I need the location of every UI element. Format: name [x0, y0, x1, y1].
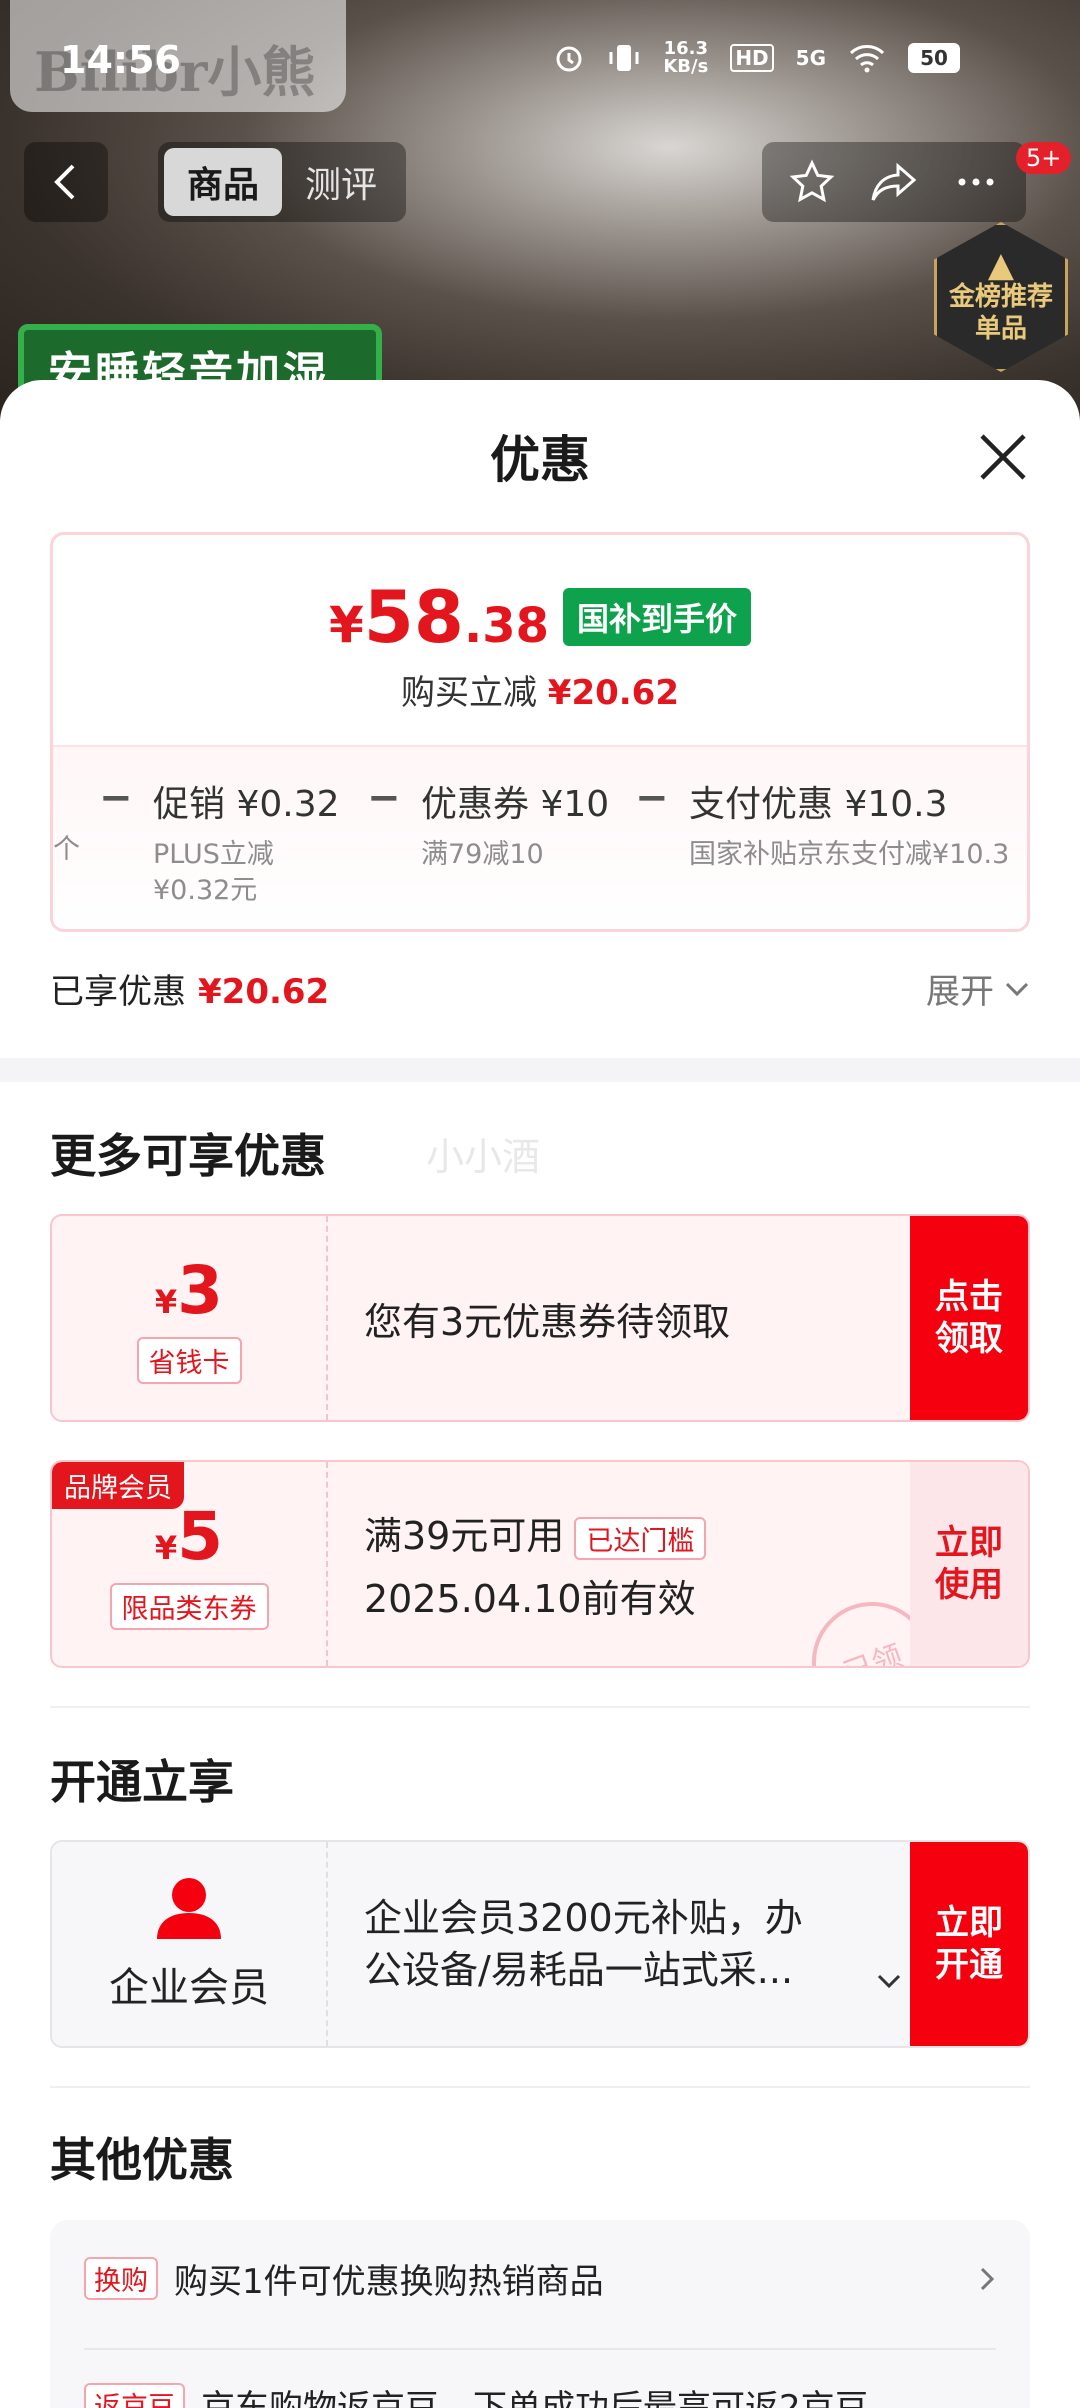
more-discounts-title: 更多可享优惠 — [50, 1129, 326, 1183]
price-summary-card: ¥58.38 国补到手价 购买立减 ¥20.62 个 − 促销 ¥0.32 PL… — [50, 532, 1030, 932]
instant-reduction: 购买立减 ¥20.62 — [400, 673, 679, 713]
more-icon[interactable] — [952, 158, 1000, 206]
star-icon[interactable] — [788, 158, 836, 206]
share-icon[interactable] — [868, 158, 920, 206]
alarm-icon — [556, 46, 582, 72]
minus-sign: − — [635, 775, 669, 821]
use-coupon-button[interactable]: 立即 使用 — [910, 1462, 1028, 1666]
message-count-badge: 5+ — [1016, 142, 1072, 174]
net-speed: 16.3 KB/s — [663, 38, 709, 77]
list-item[interactable]: 返京豆 京东购物返京豆，下单成功后最高可返2京豆 — [84, 2380, 996, 2408]
open-benefits-title: 开通立享 — [50, 1755, 234, 1809]
bean-return-chip: 返京豆 — [84, 2383, 185, 2408]
hd-icon: HD — [730, 44, 774, 72]
breakdown-payment: 支付优惠 ¥10.3 国家补贴京东支付减¥10.3 — [689, 784, 1010, 870]
chevron-down-icon — [1005, 982, 1029, 996]
signal-5g-icon: 5G — [795, 46, 826, 70]
battery-icon: 50 — [908, 43, 960, 73]
subsidy-price-tag: 国补到手价 — [563, 588, 752, 646]
coupon-amount: ¥5 — [154, 1498, 224, 1575]
divider — [50, 1706, 1030, 1708]
chevron-right-icon — [980, 2267, 995, 2290]
section-divider — [0, 1058, 1080, 1082]
expand-button[interactable]: 展开 — [926, 964, 1030, 1013]
coupon-description: 您有3元优惠券待领取 — [364, 1299, 731, 1344]
product-tabs: 商品 测评 — [158, 142, 406, 222]
enterprise-member-card: 企业会员 企业会员3200元补贴，办 公设备/易耗品一站式采... 立即 开通 — [50, 1840, 1030, 2048]
user-icon — [157, 1878, 221, 1939]
breakdown-coupon: 优惠券 ¥10 满79减10 — [421, 784, 610, 870]
watermark-text: 小小酒 — [426, 1135, 541, 1179]
enjoyed-discount: 已享优惠 ¥20.62 — [50, 972, 330, 1012]
other-discounts-title: 其他优惠 — [50, 2133, 234, 2187]
breakdown-edge-text: 个 — [53, 834, 80, 865]
threshold-reached-chip: 已达门槛 — [574, 1517, 707, 1560]
exchange-chip: 换购 — [84, 2257, 158, 2300]
chevron-down-icon — [877, 1974, 901, 1989]
tab-product[interactable]: 商品 — [164, 148, 282, 216]
member-description[interactable]: 企业会员3200元补贴，办 公设备/易耗品一站式采... — [364, 1892, 901, 1996]
vibrate-icon — [609, 45, 639, 71]
tab-review[interactable]: 测评 — [282, 148, 400, 216]
status-time: 14:56 — [60, 38, 181, 82]
price-integer: 58 — [363, 575, 464, 659]
discount-sheet: 优惠 ¥58.38 国补到手价 购买立减 ¥20.62 个 − 促销 ¥0.32… — [0, 380, 1080, 2408]
list-item[interactable]: 换购 购买1件可优惠换购热销商品 — [84, 2254, 996, 2303]
coupon-card-brand-member: 品牌会员 ¥5 限品类东券 满39元可用 已达门槛 2025.04.10前有效 已… — [50, 1460, 1030, 1668]
minus-sign: − — [367, 775, 401, 821]
discount-breakdown: 个 − 促销 ¥0.32 PLUS立减 ¥0.32元 − 优惠券 ¥10 满79减… — [53, 745, 1027, 929]
divider — [50, 2086, 1030, 2088]
sheet-title: 优惠 — [490, 431, 590, 489]
breakdown-promotion: 促销 ¥0.32 PLUS立减 ¥0.32元 — [153, 784, 340, 906]
coupon-type-chip: 限品类东券 — [109, 1583, 269, 1630]
minus-sign: − — [99, 775, 133, 821]
price-currency: ¥ — [328, 596, 364, 654]
member-label: 企业会员 — [109, 1965, 269, 2011]
open-membership-button[interactable]: 立即 开通 — [910, 1842, 1028, 2046]
status-icons: 16.3 KB/s HD 5G 50 — [553, 40, 960, 76]
nav-actions — [762, 142, 1026, 222]
coupon-description: 满39元可用 已达门槛 2025.04.10前有效 — [364, 1462, 707, 1666]
wifi-icon — [849, 45, 885, 73]
close-icon[interactable] — [976, 430, 1030, 484]
coupon-type-chip: 省钱卡 — [136, 1337, 242, 1384]
claim-coupon-button[interactable]: 点击 领取 — [910, 1216, 1028, 1420]
other-discounts-list: 换购 购买1件可优惠换购热销商品 返京豆 京东购物返京豆，下单成功后最高可返2京… — [50, 2220, 1030, 2408]
back-button[interactable] — [24, 142, 108, 222]
divider — [84, 2348, 996, 2350]
chevron-left-icon — [54, 164, 75, 200]
price-decimal: .38 — [463, 598, 549, 654]
coupon-amount: ¥3 — [154, 1252, 224, 1329]
coupon-card-savings: ¥3 省钱卡 您有3元优惠券待领取 点击 领取 — [50, 1214, 1030, 1422]
